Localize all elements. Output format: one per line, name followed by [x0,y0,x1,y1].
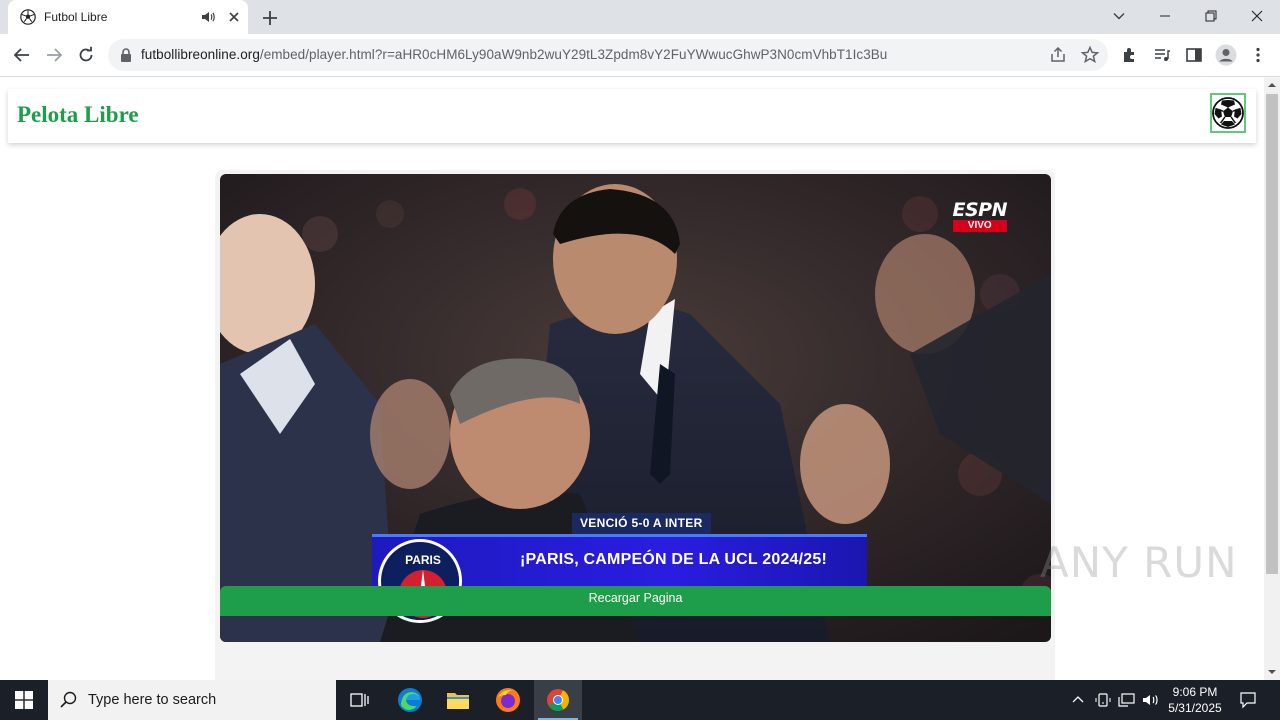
close-icon [1251,10,1263,22]
new-tab-icon[interactable] [260,8,280,28]
reload-button[interactable] [74,43,98,67]
task-view-button[interactable] [336,680,384,720]
edge-taskbar-button[interactable] [386,680,434,720]
tab-strip: Futbol Libre [0,0,1280,34]
url-path: /embed/player.html?r=aHR0cHM6Ly90aW9nb2w… [259,47,888,62]
file-explorer-taskbar-button[interactable] [434,680,482,720]
network-activity-button[interactable] [1093,690,1113,710]
windows-taskbar: Type here to search 9:06 PM 5/31/2025 [0,680,1280,720]
chevron-down-icon [1113,13,1125,20]
volume-button[interactable] [1141,690,1161,710]
puzzle-icon [1124,48,1134,62]
browser-tab[interactable]: Futbol Libre [8,0,248,34]
bookmark-star-icon[interactable] [1080,45,1100,65]
chevron-up-icon [1072,696,1084,703]
show-hidden-icons-button[interactable] [1068,690,1088,710]
firefox-taskbar-button[interactable] [484,680,532,720]
profile-avatar-icon [1215,44,1237,66]
badge-text: PARIS [405,553,441,567]
soccer-ball-icon [20,9,36,25]
site-logo[interactable]: Pelota Libre [17,102,139,128]
menu-toggle-button[interactable] [1210,93,1246,133]
site-header: Pelota Libre [8,89,1256,143]
search-placeholder: Type here to search [88,692,217,708]
start-button[interactable] [0,680,48,720]
minimize-button[interactable] [1142,0,1188,32]
share-icon[interactable] [1048,45,1068,65]
tab-search-button[interactable] [1096,0,1142,32]
broadcaster-name: ESPN [952,199,1008,221]
media-controls-button[interactable] [1150,43,1174,67]
lock-icon[interactable] [120,48,132,62]
arrow-left-icon [13,48,29,62]
restore-icon [1205,10,1217,22]
headline-text: ¡PARIS, CAMPEÓN DE LA UCL 2024/25! [520,551,828,568]
video-player[interactable]: ESPN VIVO VENCIÓ 5-0 A INTER PARIS ¡PARI… [220,174,1051,642]
clock-time: 9:06 PM [1172,685,1218,699]
windows-logo-icon [15,691,33,709]
close-window-button[interactable] [1234,0,1280,32]
scroll-up-arrow-icon[interactable] [1264,79,1280,91]
espn-logo: ESPN VIVO [952,199,1008,232]
search-icon [60,691,77,708]
back-button[interactable] [10,43,34,67]
playlist-icon [1155,49,1170,61]
forward-button[interactable] [42,43,66,67]
close-icon[interactable] [226,9,242,25]
live-badge: VIVO [952,220,1007,232]
url-host: futbollibreonline.org [141,47,260,62]
url-text[interactable]: futbollibreonline.org/embed/player.html?… [141,47,887,62]
result-tag: VENCIÓ 5-0 A INTER [572,513,711,534]
extensions-button[interactable] [1118,43,1142,67]
chrome-icon [547,689,569,711]
headline-banner: PARIS ¡PARIS, CAMPEÓN DE LA UCL 2024/25! [372,534,867,623]
taskbar-search-box[interactable]: Type here to search [48,680,336,720]
notification-icon [1240,692,1256,709]
system-clock[interactable]: 9:06 PM 5/31/2025 [1160,684,1230,716]
device-icon [1095,693,1111,707]
page-scrollbar[interactable] [1264,77,1280,680]
menu-button[interactable] [1246,43,1270,67]
tab-title: Futbol Libre [44,10,108,24]
network-button[interactable] [1117,690,1137,710]
speaker-icon [1143,695,1158,705]
scroll-down-arrow-icon[interactable] [1264,666,1280,678]
reload-page-button[interactable]: Recargar Pagina [220,586,1051,616]
arrow-right-icon [47,48,63,62]
scrollbar-thumb[interactable] [1266,94,1278,574]
network-icon [1118,693,1135,707]
side-panel-icon [1186,48,1202,62]
speaker-icon[interactable] [200,9,216,25]
firefox-icon [496,688,520,712]
edge-icon [398,688,422,712]
clock-date: 5/31/2025 [1168,701,1222,715]
browser-toolbar: futbollibreonline.org/embed/player.html?… [0,34,1280,77]
address-bar[interactable]: futbollibreonline.org/embed/player.html?… [108,39,1108,71]
kebab-menu-icon [1256,47,1260,63]
soccer-ball-icon [1212,97,1244,129]
minimize-icon [1160,15,1170,17]
chrome-taskbar-button[interactable] [534,680,582,720]
anyrun-watermark: ANY RUN [1040,538,1238,587]
notifications-button[interactable] [1238,690,1258,710]
folder-icon [447,693,469,709]
task-view-icon [350,693,369,707]
restore-button[interactable] [1188,0,1234,32]
side-panel-button[interactable] [1182,43,1206,67]
reload-icon [79,46,93,62]
profile-button[interactable] [1214,43,1238,67]
